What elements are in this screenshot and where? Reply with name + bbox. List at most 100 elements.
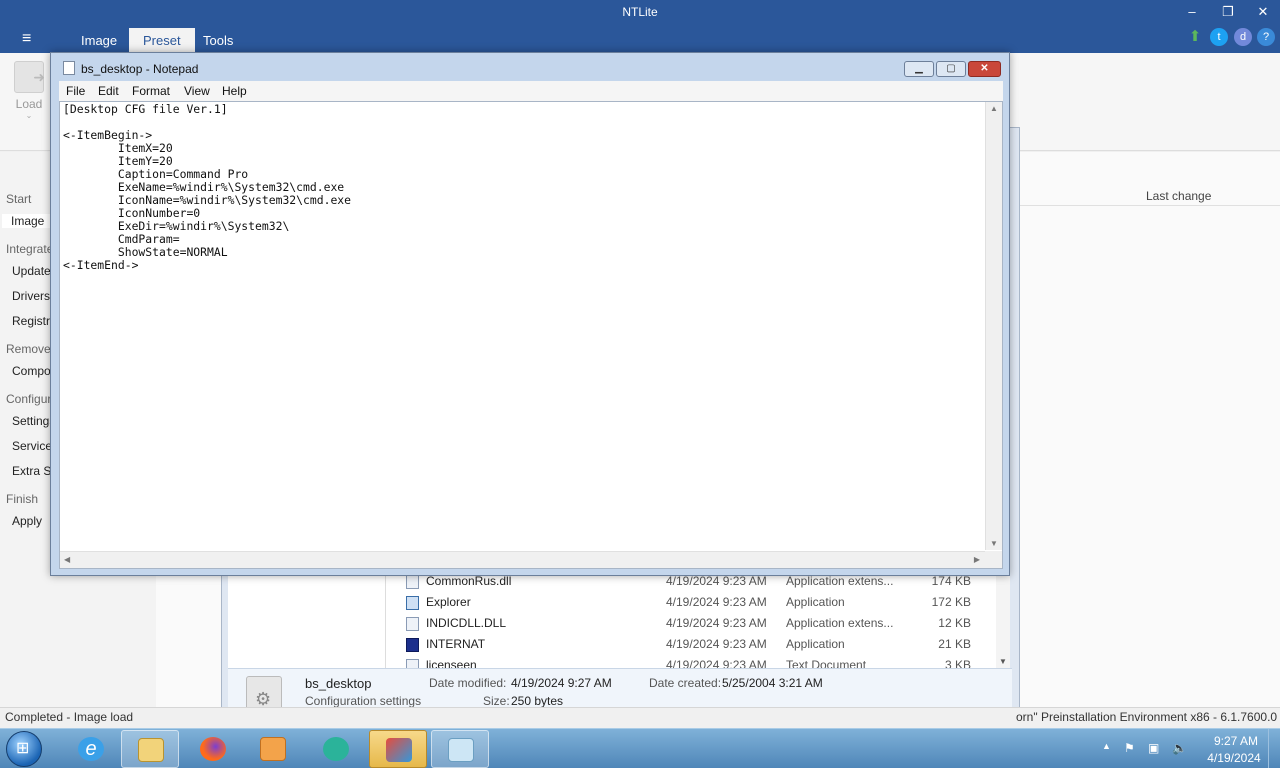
file-row[interactable]: CommonRus.dll 4/19/2024 9:23 AM Applicat… <box>406 574 986 595</box>
nav-section-remove: Remove <box>6 342 51 356</box>
notepad-icon[interactable] <box>431 730 489 768</box>
vertical-scrollbar[interactable]: ▲ ▼ <box>985 102 1002 550</box>
horizontal-scrollbar[interactable]: ◀ ▶ <box>60 551 986 568</box>
detail-file-type: Configuration settings <box>305 694 422 708</box>
detail-modified-value: 4/19/2024 9:27 AM <box>511 676 612 690</box>
nav-item-drivers[interactable]: Drivers <box>12 289 50 303</box>
file-size: 12 KB <box>938 616 971 630</box>
scroll-down-icon[interactable]: ▼ <box>990 539 998 548</box>
notepad-window[interactable]: bs_desktop - Notepad ▁ ▢ ✕ File Edit For… <box>50 52 1010 576</box>
column-header-last-change[interactable]: Last change <box>1146 189 1211 203</box>
taskbar: e ▲ ⚑ ▣ 🔈 9:27 AM 4/19/2024 <box>0 728 1280 768</box>
scroll-right-icon[interactable]: ▶ <box>974 555 980 564</box>
file-name: licenseen <box>426 658 477 668</box>
notepad-text-area[interactable]: [Desktop CFG file Ver.1] <-ItemBegin-> I… <box>59 101 1003 569</box>
notepad-content[interactable]: [Desktop CFG file Ver.1] <-ItemBegin-> I… <box>63 103 351 272</box>
clock-time[interactable]: 9:27 AM <box>1208 734 1264 748</box>
file-size: 174 KB <box>931 574 971 588</box>
detail-file-name: bs_desktop <box>305 676 372 691</box>
scroll-up-icon[interactable]: ▲ <box>990 104 998 113</box>
close-button[interactable]: ✕ <box>1248 4 1278 20</box>
load-label: Load <box>15 97 43 111</box>
browser-app-icon[interactable] <box>307 730 365 768</box>
nav-section-finish: Finish <box>6 492 39 506</box>
detail-created-value: 5/25/2004 3:21 AM <box>722 676 823 690</box>
start-button[interactable] <box>6 731 42 767</box>
nav-section-start: Start <box>6 192 32 206</box>
file-type: Application <box>786 637 845 651</box>
file-list-scrollbar[interactable]: ▼ <box>996 574 1010 668</box>
text-file-icon <box>406 659 419 668</box>
nav-item-image[interactable]: Image <box>2 214 56 228</box>
internet-explorer-icon[interactable]: e <box>62 730 120 768</box>
firefox-icon[interactable] <box>184 730 242 768</box>
file-type: Application extens... <box>786 616 894 630</box>
file-size: 3 KB <box>944 658 971 668</box>
notepad-menubar: File Edit Format View Help <box>59 81 1003 101</box>
nav-section-integrate: Integrate <box>6 242 54 256</box>
show-hidden-icons-icon[interactable]: ▲ <box>1102 741 1111 751</box>
resize-grip-icon[interactable] <box>985 551 1002 568</box>
file-size: 172 KB <box>931 595 971 609</box>
dll-file-icon <box>406 575 419 589</box>
restore-button[interactable]: ❐ <box>1213 4 1243 20</box>
file-explorer-icon[interactable] <box>121 730 179 768</box>
menu-format[interactable]: Format <box>132 84 170 98</box>
file-row[interactable]: INTERNAT 4/19/2024 9:23 AM Application 2… <box>406 637 986 658</box>
menu-edit[interactable]: Edit <box>98 84 119 98</box>
clock-date[interactable]: 4/19/2024 <box>1198 751 1270 765</box>
menu-view[interactable]: View <box>184 84 210 98</box>
detail-size-label: Size: <box>483 694 510 708</box>
media-player-icon[interactable] <box>244 730 302 768</box>
file-name: INDICDLL.DLL <box>426 616 507 630</box>
notepad-icon <box>63 61 75 75</box>
tab-tools[interactable]: Tools <box>189 28 247 53</box>
status-image-info: orn" Preinstallation Environment x86 - 6… <box>1016 710 1278 724</box>
file-date: 4/19/2024 9:23 AM <box>666 658 767 668</box>
menu-icon[interactable]: ≡ <box>22 30 31 48</box>
show-desktop-button[interactable] <box>1268 729 1280 768</box>
nav-item-apply[interactable]: Apply <box>12 514 42 528</box>
chevron-down-icon: ⌄ <box>25 111 33 120</box>
file-date: 4/19/2024 9:23 AM <box>666 595 767 609</box>
status-bar: Completed - Image load orn" Preinstallat… <box>0 707 1280 728</box>
file-size: 21 KB <box>938 637 971 651</box>
file-row[interactable]: INDICDLL.DLL 4/19/2024 9:23 AM Applicati… <box>406 616 986 637</box>
discord-icon[interactable]: d <box>1234 28 1252 46</box>
notepad-title: bs_desktop - Notepad <box>81 62 199 76</box>
detail-modified-label: Date modified: <box>429 676 507 690</box>
file-name: CommonRus.dll <box>426 574 512 588</box>
notepad-close-button[interactable]: ✕ <box>968 61 1001 77</box>
load-button[interactable]: Load ⌄ <box>8 59 50 127</box>
file-list: CommonRus.dll 4/19/2024 9:23 AM Applicat… <box>228 574 1010 668</box>
minimize-button[interactable]: – <box>1177 4 1207 19</box>
help-file-icon <box>406 638 419 652</box>
notepad-maximize-button[interactable]: ▢ <box>936 61 966 77</box>
file-type: Application extens... <box>786 574 894 588</box>
ntlite-icon[interactable] <box>369 730 427 768</box>
notepad-minimize-button[interactable]: ▁ <box>904 61 934 77</box>
nav-item-settings[interactable]: Settings <box>12 414 55 428</box>
twitter-icon[interactable]: t <box>1210 28 1228 46</box>
volume-muted-icon[interactable]: 🔈 <box>1172 741 1187 755</box>
folder-pane[interactable] <box>228 574 386 668</box>
menu-help[interactable]: Help <box>222 84 247 98</box>
load-icon <box>14 61 45 93</box>
file-name: Explorer <box>426 595 471 609</box>
tab-image[interactable]: Image <box>67 28 131 53</box>
update-arrow-icon[interactable]: ⬆ <box>1186 28 1204 46</box>
help-icon[interactable]: ? <box>1257 28 1275 46</box>
file-type: Text Document <box>786 658 867 668</box>
file-date: 4/19/2024 9:23 AM <box>666 637 767 651</box>
network-icon[interactable]: ▣ <box>1148 741 1159 755</box>
action-center-flag-icon[interactable]: ⚑ <box>1124 741 1135 755</box>
app-title: NTLite <box>622 5 658 19</box>
status-text: Completed - Image load <box>5 710 134 724</box>
file-date: 4/19/2024 9:23 AM <box>666 574 767 588</box>
explorer-exe-icon <box>406 596 419 610</box>
tab-preset[interactable]: Preset <box>129 28 195 53</box>
scroll-left-icon[interactable]: ◀ <box>64 555 70 564</box>
file-row[interactable]: Explorer 4/19/2024 9:23 AM Application 1… <box>406 595 986 616</box>
menu-file[interactable]: File <box>66 84 85 98</box>
file-row[interactable]: licenseen 4/19/2024 9:23 AM Text Documen… <box>406 658 986 668</box>
